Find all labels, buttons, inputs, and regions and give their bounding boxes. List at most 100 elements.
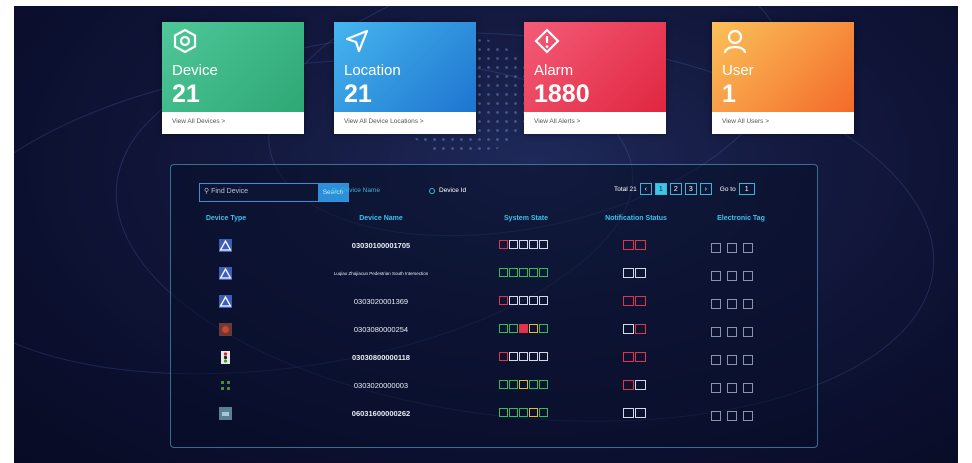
message-icon — [635, 408, 646, 418]
table-row[interactable]: 0303020000003 — [171, 376, 817, 396]
navigation-arrow-icon — [344, 28, 370, 59]
notification-icons — [623, 324, 647, 342]
notice-icon — [623, 296, 634, 306]
router-device-icon — [219, 407, 232, 422]
power-state-icon — [499, 268, 508, 277]
stat-card-link[interactable]: View All Alerts > — [534, 118, 580, 125]
column-device-type: Device Type — [205, 215, 247, 222]
search-box[interactable]: ⚲ Find Device Search — [199, 183, 349, 202]
stat-card-user[interactable]: User 1 View All Users > — [712, 22, 854, 134]
electronic-tag-icons — [711, 380, 759, 398]
triangle-sign-icon — [219, 267, 232, 282]
notice-icon — [623, 408, 634, 418]
battery-state-icon — [529, 296, 538, 305]
calendar-tag-icon[interactable] — [743, 271, 753, 281]
alarm-state-icon — [539, 296, 548, 305]
device-name-cell[interactable]: 03030800000118 — [291, 353, 471, 362]
chart-tag-icon[interactable] — [727, 355, 737, 365]
list-tag-icon[interactable] — [711, 243, 721, 253]
notice-icon — [623, 268, 634, 278]
page-3-button[interactable]: 3 — [684, 183, 697, 195]
electronic-tag-icons — [711, 324, 759, 342]
stat-card-location[interactable]: Location 21 View All Device Locations > — [334, 22, 476, 134]
page-1-button[interactable]: 1 — [654, 183, 667, 195]
radio-device-name[interactable]: Device Name — [331, 187, 380, 194]
notification-icons — [623, 296, 647, 314]
stat-card-device[interactable]: Device 21 View All Devices > — [162, 22, 304, 134]
search-placeholder[interactable]: ⚲ Find Device — [204, 187, 248, 195]
list-tag-icon[interactable] — [711, 299, 721, 309]
notification-icons — [623, 380, 647, 398]
battery-state-icon — [529, 268, 538, 277]
message-icon — [635, 352, 646, 362]
link-state-icon — [509, 296, 518, 305]
link-state-icon — [509, 352, 518, 361]
list-tag-icon[interactable] — [711, 271, 721, 281]
table-row[interactable]: 03030800000118 — [171, 348, 817, 368]
table-row[interactable]: 03030100001705 — [171, 236, 817, 256]
sensor-device-icon — [219, 379, 232, 394]
calendar-tag-icon[interactable] — [743, 355, 753, 365]
page-2-button[interactable]: 2 — [669, 183, 682, 195]
device-name-cell[interactable]: 0303020000003 — [291, 381, 471, 390]
chart-tag-icon[interactable] — [727, 411, 737, 421]
stat-card-value: 21 — [344, 80, 372, 108]
device-table-panel: ⚲ Find Device Search Device Name Device … — [170, 164, 818, 448]
chart-tag-icon[interactable] — [727, 243, 737, 253]
prev-page-button[interactable]: ‹ — [639, 183, 652, 195]
device-name-cell[interactable]: 0303080000254 — [291, 325, 471, 334]
message-icon — [635, 240, 646, 250]
device-name-cell[interactable]: 03030100001705 — [291, 241, 471, 250]
chart-tag-icon[interactable] — [727, 383, 737, 393]
device-name-cell[interactable]: Luqiao Zhajiacun Pedestrian South Inters… — [291, 271, 471, 276]
message-icon — [635, 324, 646, 334]
device-name-cell[interactable]: 06031600000262 — [291, 409, 471, 418]
column-system-state: System State — [504, 215, 548, 222]
list-tag-icon[interactable] — [711, 383, 721, 393]
calendar-tag-icon[interactable] — [743, 243, 753, 253]
table-row[interactable]: 06031600000262 — [171, 404, 817, 424]
alarm-state-icon — [539, 268, 548, 277]
stat-card-link[interactable]: View All Devices > — [172, 118, 225, 125]
lock-state-icon — [519, 380, 528, 389]
table-row[interactable]: 0303080000254 — [171, 320, 817, 340]
table-row[interactable]: Luqiao Zhajiacun Pedestrian South Inters… — [171, 264, 817, 284]
system-state-icons — [499, 380, 549, 398]
list-tag-icon[interactable] — [711, 327, 721, 337]
next-page-button[interactable]: › — [699, 183, 712, 195]
lock-state-icon — [519, 268, 528, 277]
calendar-tag-icon[interactable] — [743, 327, 753, 337]
electronic-tag-icons — [711, 296, 759, 314]
calendar-tag-icon[interactable] — [743, 383, 753, 393]
stat-card-title: Location — [344, 62, 401, 79]
system-state-icons — [499, 408, 549, 426]
chart-tag-icon[interactable] — [727, 271, 737, 281]
stat-card-link[interactable]: View All Users > — [722, 118, 769, 125]
stat-card-link[interactable]: View All Device Locations > — [344, 118, 424, 125]
goto-input[interactable]: 1 — [738, 183, 755, 195]
notice-icon — [623, 380, 634, 390]
stat-card-value: 1880 — [534, 80, 590, 108]
total-count: Total 21 — [614, 185, 637, 193]
stat-card-alarm[interactable]: Alarm 1880 View All Alerts > — [524, 22, 666, 134]
stat-card-header: User 1 — [712, 22, 854, 112]
list-tag-icon[interactable] — [711, 355, 721, 365]
link-state-icon — [509, 324, 518, 333]
electronic-tag-icons — [711, 408, 759, 426]
stat-card-header: Location 21 — [334, 22, 476, 112]
goto-label: Go to — [719, 185, 736, 193]
device-name-cell[interactable]: 0303020001369 — [291, 297, 471, 306]
calendar-tag-icon[interactable] — [743, 411, 753, 421]
battery-state-icon — [529, 352, 538, 361]
chart-tag-icon[interactable] — [727, 299, 737, 309]
notification-icons — [623, 268, 647, 286]
list-tag-icon[interactable] — [711, 411, 721, 421]
radio-device-id[interactable]: Device Id — [429, 187, 466, 194]
traffic-light-icon — [219, 351, 232, 366]
chart-tag-icon[interactable] — [727, 327, 737, 337]
power-state-icon — [499, 408, 508, 417]
alarm-state-icon — [539, 352, 548, 361]
power-state-icon — [499, 380, 508, 389]
calendar-tag-icon[interactable] — [743, 299, 753, 309]
table-row[interactable]: 0303020001369 — [171, 292, 817, 312]
